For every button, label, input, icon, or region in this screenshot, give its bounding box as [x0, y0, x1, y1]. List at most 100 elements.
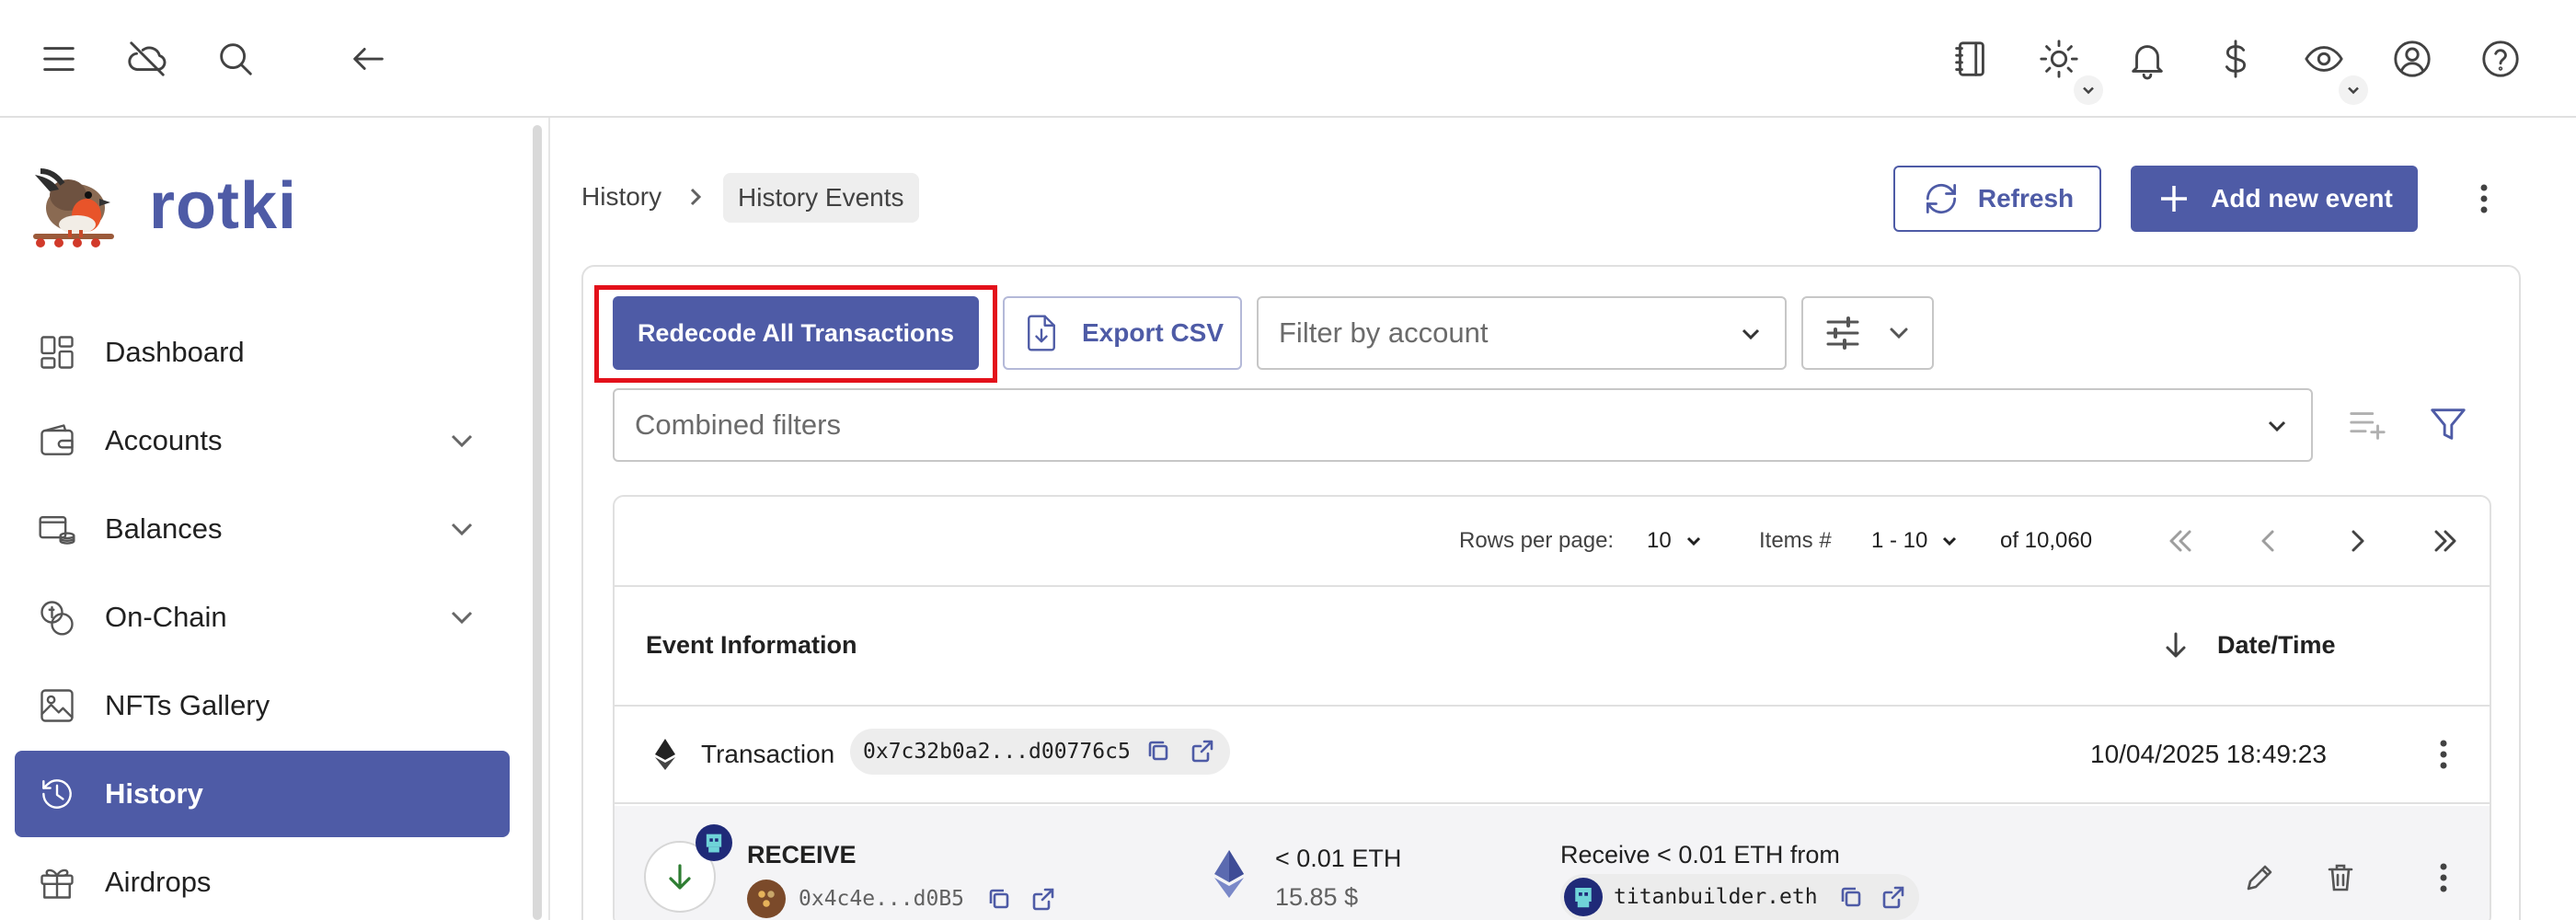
items-range-select[interactable]: 1 - 10 [1871, 528, 1961, 554]
column-header-event-information: Event Information [646, 631, 857, 659]
theme-menu-chevron-icon[interactable] [2074, 75, 2103, 105]
sidebar-item-label: NFTs Gallery [105, 689, 270, 721]
event-address: 0x4c4e...d0B5 [747, 880, 1056, 918]
file-download-icon [1028, 315, 1055, 351]
breadcrumb-history[interactable]: History [581, 182, 661, 212]
ethereum-icon [651, 738, 679, 771]
sidebar-item-accounts[interactable]: Accounts [15, 397, 510, 484]
counterparty-avatar [1564, 878, 1603, 916]
dollar-icon[interactable] [2208, 31, 2263, 86]
event-description: Receive < 0.01 ETH from [1560, 841, 1840, 868]
copy-icon[interactable] [986, 886, 1012, 912]
notes-icon[interactable] [1943, 31, 1998, 86]
delete-trash-icon[interactable] [2324, 861, 2357, 894]
items-range-value: 1 - 10 [1871, 528, 1928, 553]
address-text: 0x4c4e...d0B5 [799, 887, 965, 911]
sort-arrow-down-icon[interactable] [2160, 629, 2191, 661]
sidebar-item-airdrops[interactable]: Airdrops [15, 839, 510, 920]
more-options-icon[interactable] [2464, 178, 2504, 219]
filter-icon[interactable] [2427, 403, 2469, 445]
plus-icon [2161, 186, 2188, 212]
rows-per-page-value: 10 [1647, 528, 1672, 553]
playlist-add-icon[interactable] [2346, 403, 2388, 445]
items-total: of 10,060 [2000, 528, 2093, 553]
row-more-options-icon[interactable] [2423, 734, 2464, 775]
event-value: 15.85 $ [1275, 883, 1359, 911]
first-page-icon[interactable] [2160, 521, 2201, 561]
event-type: RECEIVE [747, 841, 857, 868]
refresh-icon [1926, 183, 1956, 214]
chevron-down-icon[interactable] [443, 422, 480, 459]
event-amount: < 0.01 ETH [1275, 845, 1402, 872]
last-page-icon[interactable] [2425, 521, 2466, 561]
transaction-datetime: 10/04/2025 18:49:23 [2090, 740, 2327, 768]
external-link-icon[interactable] [1190, 738, 1217, 765]
dashboard-icon [35, 330, 79, 374]
chevron-right-icon [683, 184, 708, 210]
history-events-table: Rows per page: 10 Items # 1 - 10 of 10,0… [613, 495, 2491, 920]
next-page-icon[interactable] [2337, 521, 2377, 561]
menu-icon[interactable] [31, 31, 86, 86]
brand-name: rotki [149, 169, 298, 243]
previous-page-icon[interactable] [2248, 521, 2289, 561]
sidebar-item-nfts-gallery[interactable]: NFTs Gallery [15, 662, 510, 749]
rotki-logo [26, 158, 121, 254]
privacy-menu-chevron-icon[interactable] [2339, 75, 2368, 105]
rows-per-page-label: Rows per page: [1459, 528, 1615, 553]
help-icon[interactable] [2473, 31, 2528, 86]
address-avatar [747, 880, 786, 918]
refresh-button[interactable]: Refresh [1893, 166, 2101, 232]
copy-icon[interactable] [1838, 884, 1864, 910]
refresh-label: Refresh [1977, 184, 2075, 213]
rows-per-page-select[interactable]: 10 [1647, 528, 1705, 554]
filter-by-account-placeholder: Filter by account [1279, 316, 1489, 349]
sidebar-scrollbar[interactable] [533, 125, 542, 920]
chevron-down-icon[interactable] [443, 511, 480, 547]
export-csv-button[interactable]: Export CSV [1003, 296, 1242, 370]
sidebar-item-balances[interactable]: Balances [15, 486, 510, 572]
event-more-options-icon[interactable] [2423, 857, 2464, 898]
chevron-down-icon [1686, 536, 1700, 546]
filter-by-account-select[interactable]: Filter by account [1257, 296, 1787, 370]
sidebar-item-on-chain[interactable]: On-Chain [15, 574, 510, 661]
history-icon [35, 772, 79, 816]
redecode-all-transactions-button[interactable]: Redecode All Transactions [613, 296, 979, 370]
chevron-down-icon[interactable] [443, 599, 480, 636]
search-icon[interactable] [208, 31, 263, 86]
chevron-down-icon [2261, 410, 2293, 442]
chevron-down-icon [1890, 328, 1908, 339]
edit-pencil-icon[interactable] [2243, 861, 2276, 894]
back-arrow-icon[interactable] [340, 31, 396, 86]
breadcrumb-current: History Events [723, 173, 919, 223]
table-row-transaction: Transaction 0x7c32b0a2...d00776c5 10/04/… [615, 707, 2490, 804]
sidebar-divider [548, 118, 550, 920]
transaction-hash: 0x7c32b0a2...d00776c5 [863, 740, 1131, 764]
counterparty-chip: titanbuilder.eth [1560, 874, 1919, 920]
image-icon [35, 684, 79, 728]
sidebar-item-label: Dashboard [105, 336, 245, 368]
pagination-bar: Rows per page: 10 Items # 1 - 10 of 10,0… [615, 497, 2490, 587]
chevron-down-icon [1943, 536, 1957, 546]
tune-icon [1826, 316, 1859, 350]
top-app-bar [0, 0, 2576, 118]
balances-icon [35, 507, 79, 551]
gift-icon [35, 860, 79, 904]
external-link-icon[interactable] [1030, 886, 1056, 912]
combined-filters-input[interactable]: Combined filters [613, 388, 2313, 462]
sidebar-item-label: On-Chain [105, 601, 227, 633]
coins-icon [35, 595, 79, 639]
brand[interactable]: rotki [26, 158, 297, 254]
account-circle-icon[interactable] [2385, 31, 2440, 86]
sidebar-item-history[interactable]: History [15, 751, 510, 837]
copy-icon[interactable] [1145, 738, 1173, 765]
combined-filters-placeholder: Combined filters [635, 408, 841, 441]
sidebar-item-dashboard[interactable]: Dashboard [15, 309, 510, 396]
cloud-off-icon[interactable] [120, 31, 175, 86]
table-settings-button[interactable] [1801, 296, 1934, 370]
chevron-down-icon [1735, 318, 1766, 350]
wallet-icon [35, 419, 79, 463]
external-link-icon[interactable] [1880, 884, 1906, 910]
column-header-date-time[interactable]: Date/Time [2160, 629, 2336, 661]
bell-icon[interactable] [2120, 31, 2175, 86]
add-new-event-button[interactable]: Add new event [2131, 166, 2418, 232]
